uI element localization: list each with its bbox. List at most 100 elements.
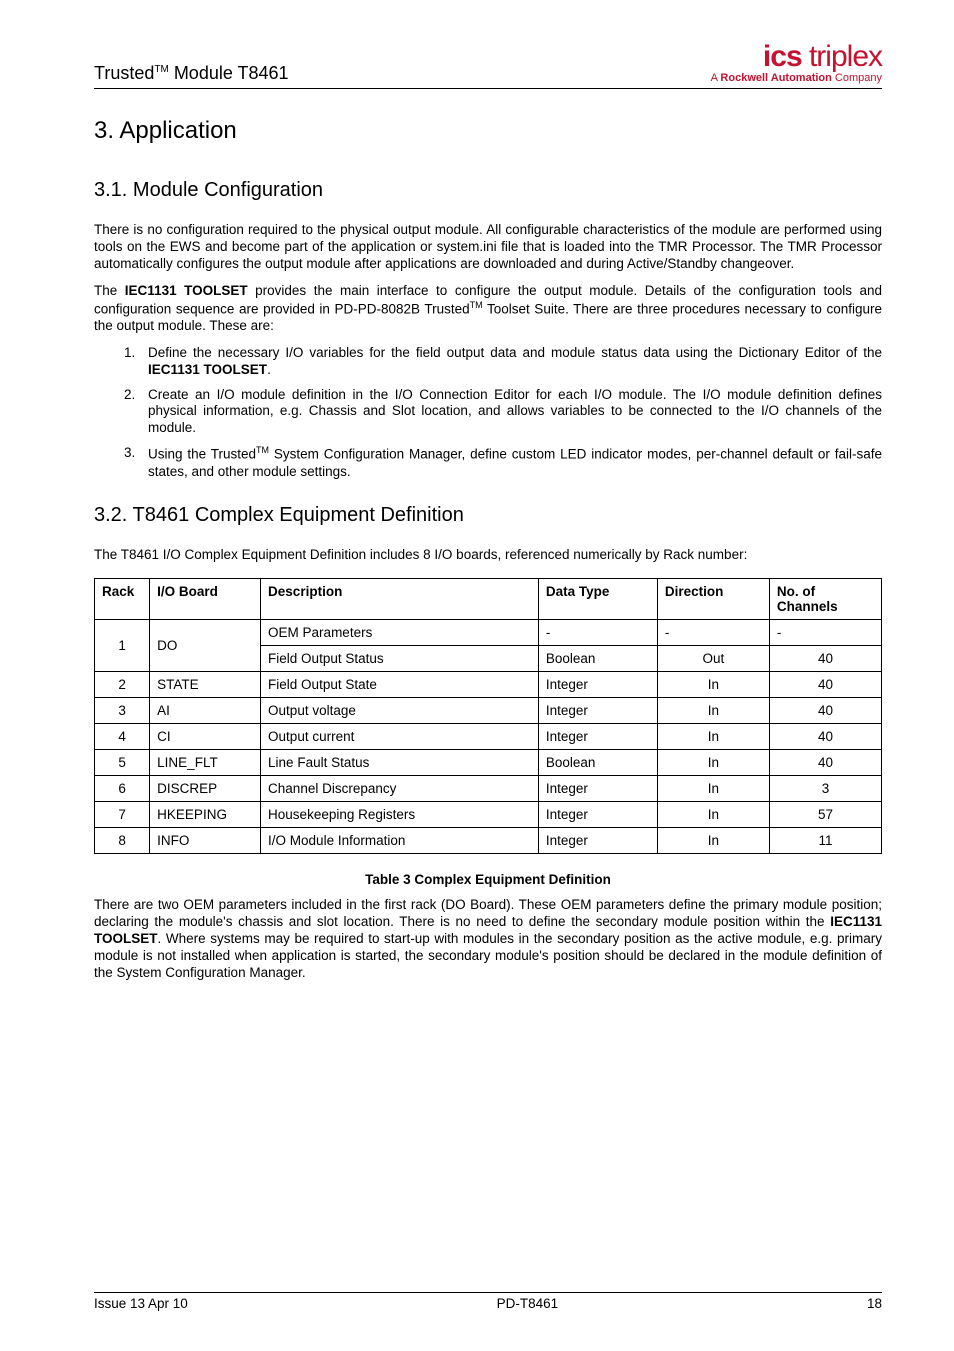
- cell-direction: In: [657, 724, 769, 750]
- cell-direction: In: [657, 776, 769, 802]
- cell-direction: In: [657, 802, 769, 828]
- cell-rack: 8: [95, 828, 150, 854]
- cell-direction: -: [657, 620, 769, 646]
- cell-desc: Output current: [261, 724, 539, 750]
- cell-direction: In: [657, 672, 769, 698]
- table-row: 3 AI Output voltage Integer In 40: [95, 698, 882, 724]
- list-item: Create an I/O module definition in the I…: [148, 387, 882, 438]
- p2-a: The: [94, 283, 125, 298]
- cell-rack: 3: [95, 698, 150, 724]
- li1-a: Define the necessary I/O variables for t…: [148, 345, 882, 360]
- table-row: 5 LINE_FLT Line Fault Status Boolean In …: [95, 750, 882, 776]
- th-direction: Direction: [657, 579, 769, 620]
- th-channels: No. of Channels: [769, 579, 881, 620]
- section-3-2-p2: There are two OEM parameters included in…: [94, 897, 882, 981]
- logo: ics triplex A Rockwell Automation Compan…: [711, 40, 882, 84]
- cell-channels: 40: [769, 698, 881, 724]
- cell-ioboard: AI: [150, 698, 261, 724]
- cell-direction: In: [657, 698, 769, 724]
- footer-left: Issue 13 Apr 10: [94, 1296, 188, 1311]
- cell-ioboard: HKEEPING: [150, 802, 261, 828]
- cell-channels: 40: [769, 672, 881, 698]
- cell-datatype: Integer: [538, 776, 657, 802]
- cell-ioboard: CI: [150, 724, 261, 750]
- cell-desc: Channel Discrepancy: [261, 776, 539, 802]
- cell-desc: Line Fault Status: [261, 750, 539, 776]
- title-suffix: Module T8461: [169, 63, 289, 83]
- th-rack: Rack: [95, 579, 150, 620]
- table-header-row: Rack I/O Board Description Data Type Dir…: [95, 579, 882, 620]
- logo-sub-rockwell: Rockwell Automation: [720, 72, 831, 84]
- section-3-heading: 3. Application: [94, 117, 882, 145]
- config-procedure-list: Define the necessary I/O variables for t…: [94, 345, 882, 481]
- section-3-2: 3.2. T8461 Complex Equipment Definition …: [94, 504, 882, 981]
- p2-bold: IEC1131 TOOLSET: [125, 283, 248, 298]
- list-item: Define the necessary I/O variables for t…: [148, 345, 882, 379]
- footer-center: PD-T8461: [497, 1296, 559, 1311]
- section-3-1-p2: The IEC1131 TOOLSET provides the main in…: [94, 283, 882, 335]
- cell-datatype: -: [538, 620, 657, 646]
- logo-sub-a: A: [711, 72, 721, 84]
- th-description: Description: [261, 579, 539, 620]
- cell-ioboard: DO: [150, 620, 261, 672]
- table-row: 6 DISCREP Channel Discrepancy Integer In…: [95, 776, 882, 802]
- cell-ioboard: INFO: [150, 828, 261, 854]
- table-row: 4 CI Output current Integer In 40: [95, 724, 882, 750]
- cell-datatype: Integer: [538, 672, 657, 698]
- tm-superscript: TM: [256, 445, 269, 455]
- p2-b: . Where systems may be required to start…: [94, 931, 882, 980]
- section-3-2-heading: 3.2. T8461 Complex Equipment Definition: [94, 504, 882, 527]
- cell-channels: -: [769, 620, 881, 646]
- cell-desc: Housekeeping Registers: [261, 802, 539, 828]
- cell-datatype: Integer: [538, 724, 657, 750]
- table-row: 1 DO OEM Parameters - - -: [95, 620, 882, 646]
- cell-datatype: Integer: [538, 828, 657, 854]
- list-item: Using the TrustedTM System Configuration…: [148, 445, 882, 480]
- cell-direction: Out: [657, 646, 769, 672]
- title-prefix: Trusted: [94, 63, 154, 83]
- tm-superscript: TM: [154, 64, 168, 75]
- footer-right: 18: [867, 1296, 882, 1311]
- p2-a: There are two OEM parameters included in…: [94, 897, 882, 929]
- cell-rack: 7: [95, 802, 150, 828]
- tm-superscript: TM: [470, 300, 483, 310]
- cell-datatype: Boolean: [538, 750, 657, 776]
- logo-triplex: triplex: [802, 40, 882, 73]
- header-title: TrustedTM Module T8461: [94, 63, 289, 84]
- section-3-1-p1: There is no configuration required to th…: [94, 222, 882, 273]
- equipment-table: Rack I/O Board Description Data Type Dir…: [94, 578, 882, 854]
- table-row: 8 INFO I/O Module Information Integer In…: [95, 828, 882, 854]
- cell-rack: 5: [95, 750, 150, 776]
- logo-ics: ics: [763, 40, 802, 73]
- cell-channels: 40: [769, 724, 881, 750]
- cell-rack: 2: [95, 672, 150, 698]
- cell-rack: 1: [95, 620, 150, 672]
- th-ioboard: I/O Board: [150, 579, 261, 620]
- page-footer: Issue 13 Apr 10 PD-T8461 18: [94, 1292, 882, 1311]
- logo-sub-company: Company: [832, 72, 882, 84]
- cell-rack: 4: [95, 724, 150, 750]
- cell-rack: 6: [95, 776, 150, 802]
- cell-direction: In: [657, 750, 769, 776]
- section-3-2-p1: The T8461 I/O Complex Equipment Definiti…: [94, 547, 882, 564]
- table-caption: Table 3 Complex Equipment Definition: [94, 872, 882, 887]
- cell-channels: 40: [769, 750, 881, 776]
- cell-desc: Output voltage: [261, 698, 539, 724]
- cell-ioboard: STATE: [150, 672, 261, 698]
- cell-direction: In: [657, 828, 769, 854]
- section-3-1-heading: 3.1. Module Configuration: [94, 179, 882, 202]
- cell-channels: 57: [769, 802, 881, 828]
- cell-desc: OEM Parameters: [261, 620, 539, 646]
- li1-b: .: [267, 362, 271, 377]
- cell-desc: Field Output Status: [261, 646, 539, 672]
- th-datatype: Data Type: [538, 579, 657, 620]
- cell-desc: I/O Module Information: [261, 828, 539, 854]
- page-header: TrustedTM Module T8461 ics triplex A Roc…: [94, 40, 882, 89]
- cell-channels: 40: [769, 646, 881, 672]
- logo-subtitle: A Rockwell Automation Company: [711, 72, 882, 84]
- cell-channels: 11: [769, 828, 881, 854]
- table-row: 2 STATE Field Output State Integer In 40: [95, 672, 882, 698]
- li1-bold: IEC1131 TOOLSET: [148, 362, 267, 377]
- cell-datatype: Integer: [538, 698, 657, 724]
- cell-ioboard: DISCREP: [150, 776, 261, 802]
